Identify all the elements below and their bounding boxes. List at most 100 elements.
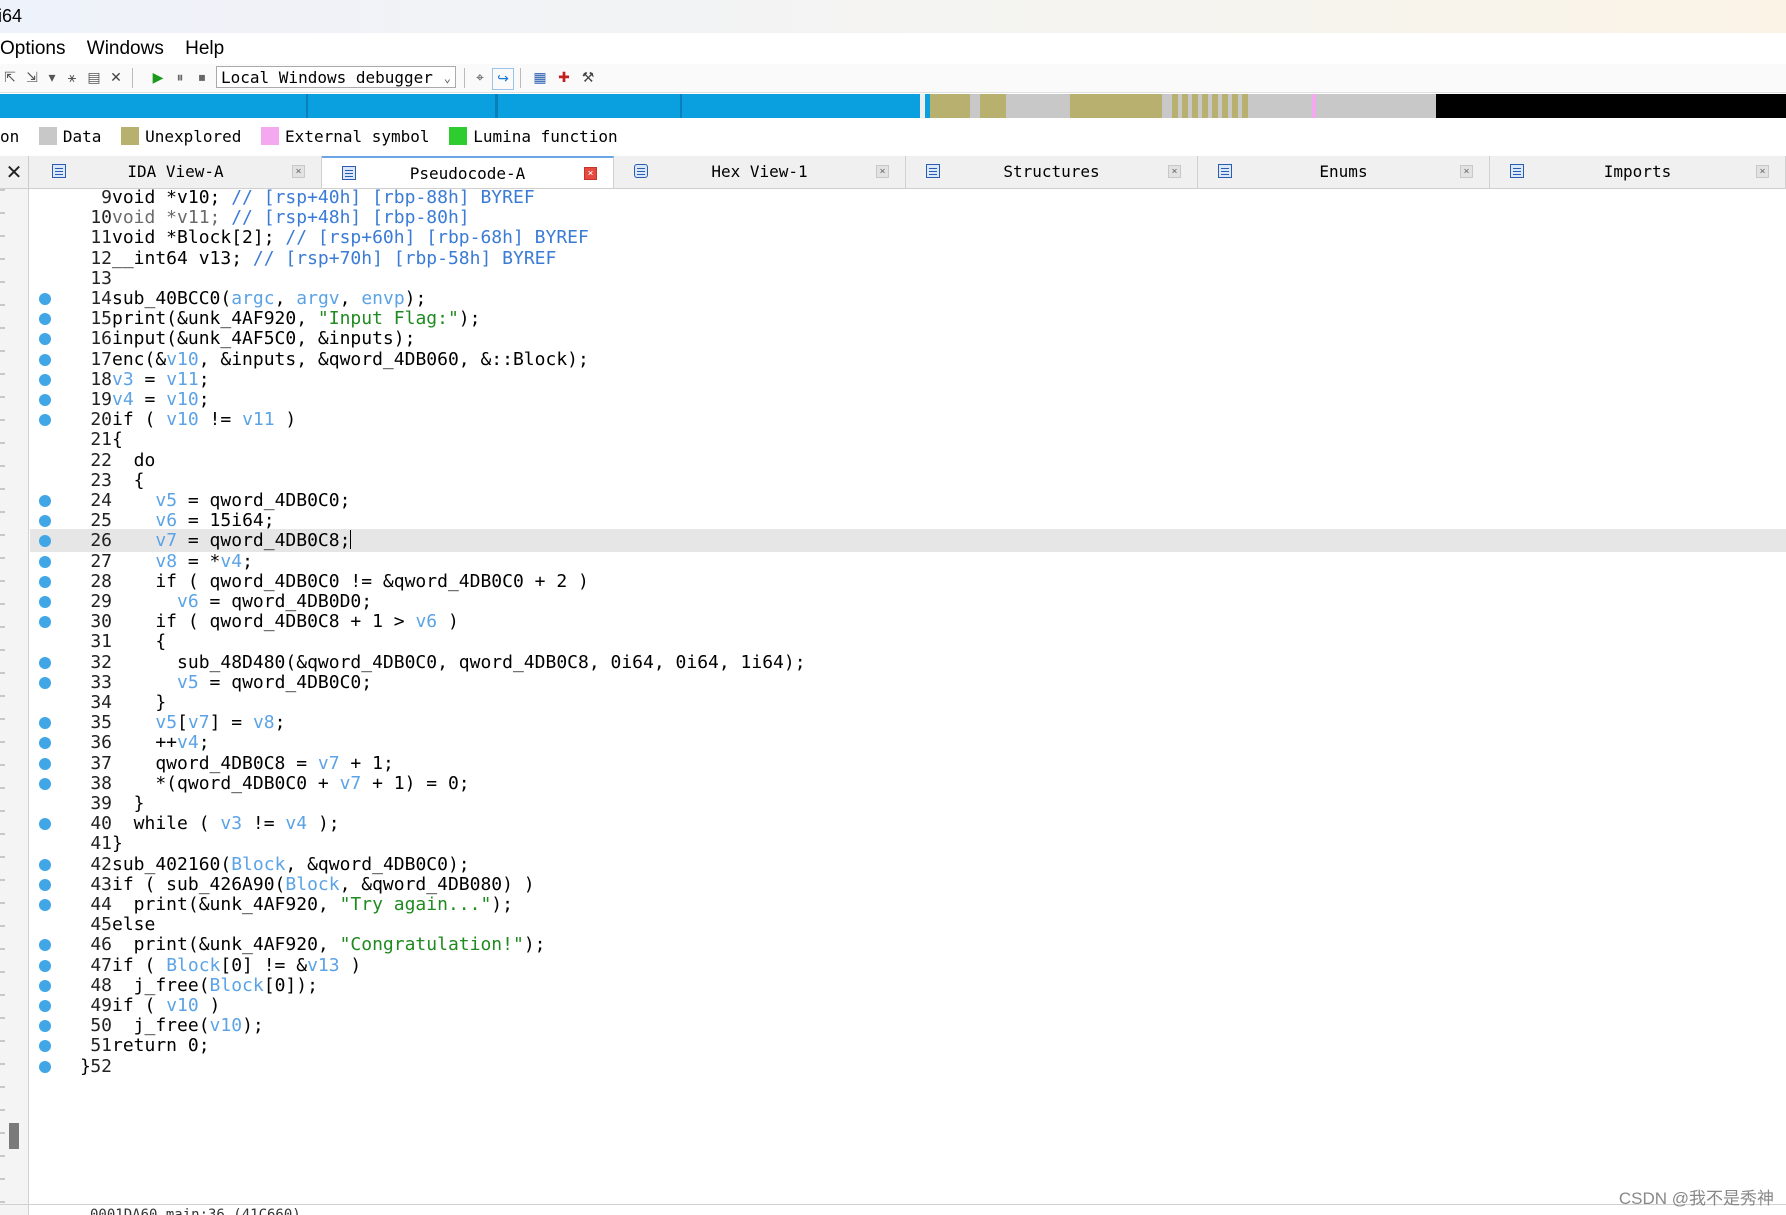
tool-icon[interactable]: ⚒ (578, 68, 598, 88)
nav-segment-data (1006, 94, 1070, 118)
watermark: CSDN @我不是秀神 (1618, 1189, 1774, 1208)
breakpoint-dot-icon[interactable] (39, 757, 51, 770)
window-title: i64 (0, 6, 23, 26)
breakpoint-dot-icon[interactable] (39, 1060, 51, 1073)
legend-swatch-data (38, 127, 57, 145)
menu-bar: Options Windows Help (0, 33, 1786, 64)
plugin-icon[interactable]: ⇱ (0, 68, 20, 88)
breakpoint-dot-icon[interactable] (39, 1000, 51, 1012)
breakpoint-dot-icon[interactable] (39, 575, 51, 588)
play-icon[interactable]: ▶ (148, 68, 168, 88)
nav-segment-unexplored (930, 94, 970, 118)
toolbar-separator (520, 68, 521, 88)
tab-close-icon[interactable]: × (1168, 165, 1181, 178)
breakpoint-dot-icon[interactable] (39, 515, 51, 528)
nav-segment (495, 94, 498, 118)
structure-icon[interactable]: ✚ (554, 68, 574, 88)
nav-segment (306, 94, 308, 118)
legend-label-data: Data (62, 127, 102, 146)
legend-swatch-external (261, 127, 280, 145)
breakpoint-dot-icon[interactable] (39, 313, 51, 326)
menu-windows[interactable]: Windows (79, 33, 172, 64)
tab-pseudocode-a[interactable]: Pseudocode-A × (322, 156, 614, 188)
debugger-select[interactable]: Local Windows debugger ⌄ (216, 66, 456, 88)
legend-label: on (0, 127, 20, 146)
tab-close-icon[interactable]: × (1460, 165, 1473, 178)
breakpoint-dot-icon[interactable] (39, 676, 51, 689)
status-bar: 0001DA60 main:36 (41C660) (90, 1207, 301, 1215)
tab-label: Imports (1603, 162, 1672, 181)
step-icon[interactable]: ↪ (492, 68, 514, 90)
chevron-down-icon: ⌄ (443, 71, 451, 85)
breakpoint-dot-icon[interactable] (39, 878, 51, 891)
dropdown-icon[interactable]: ▾ (42, 68, 62, 88)
breakpoint-dot-icon[interactable] (39, 858, 51, 871)
tab-close-icon[interactable]: × (1756, 165, 1769, 178)
code-line[interactable]: 52} (30, 1055, 1786, 1078)
menu-help[interactable]: Help (177, 33, 232, 64)
breakpoint-dot-icon[interactable] (39, 959, 51, 972)
stop-icon[interactable]: ⏹ (192, 68, 212, 88)
scrollbar-thumb[interactable] (9, 1123, 19, 1149)
navigation-band[interactable] (0, 94, 1786, 118)
open-icon[interactable]: ▤ (84, 68, 104, 88)
toolbar-separator (132, 68, 133, 88)
debugger-select-value: Local Windows debugger (221, 68, 433, 87)
tab-close-icon[interactable]: × (292, 165, 305, 178)
toolbar-separator (464, 68, 465, 88)
title-bar: i64 (0, 0, 1786, 33)
legend-swatch-lumina (449, 127, 468, 145)
nav-segment-end (1436, 94, 1786, 118)
breakpoint-dot-icon[interactable] (39, 394, 51, 406)
breakpoint-dot-icon[interactable] (39, 353, 51, 366)
breakpoint-dot-icon[interactable] (39, 333, 51, 346)
breakpoint-dot-icon[interactable] (39, 616, 51, 629)
breakpoint-dot-icon[interactable] (39, 596, 51, 608)
breakpoint-dot-icon[interactable] (39, 1020, 51, 1033)
breakpoint-dot-icon[interactable] (39, 656, 51, 669)
legend-label-lumina: Lumina function (473, 127, 618, 146)
legend-swatch-unexplored (121, 127, 140, 145)
tab-label: Hex View-1 (711, 162, 808, 181)
breakpoint-dot-icon[interactable] (39, 373, 51, 386)
nav-segment-data (1162, 94, 1172, 118)
nav-segment-data (1252, 94, 1312, 118)
plugin-icon-3[interactable]: ⚹ (62, 68, 82, 88)
breakpoint-dot-icon[interactable] (39, 1040, 51, 1053)
tab-hex-view-1[interactable]: Hex View-1 × (614, 156, 906, 188)
legend-label-external: External symbol (285, 127, 430, 146)
tab-ida-view-a[interactable]: IDA View-A × (30, 156, 322, 188)
graph-icon[interactable]: ▦ (530, 68, 550, 88)
tab-close-icon[interactable]: × (876, 165, 889, 178)
tab-structures[interactable]: Structures × (906, 156, 1198, 188)
tab-imports[interactable]: Imports × (1490, 156, 1786, 188)
nav-segment (680, 94, 682, 118)
left-edge-marks (0, 189, 5, 1215)
nav-segment-mixed (1172, 94, 1252, 118)
close-panel-icon[interactable]: ✕ (0, 156, 29, 188)
legend: on Data Unexplored External symbol Lumin… (0, 124, 1786, 150)
breakpoint-dot-icon[interactable] (39, 555, 51, 568)
breakpoint-dot-icon[interactable] (39, 737, 51, 750)
breakpoint-dot-icon[interactable] (39, 293, 51, 305)
close-icon[interactable]: ✕ (106, 68, 126, 88)
plugin-icon-2[interactable]: ⇲ (22, 68, 42, 88)
tab-enums[interactable]: Enums × (1198, 156, 1490, 188)
breakpoint-dot-icon[interactable] (39, 979, 51, 992)
breakpoint-dot-icon[interactable] (39, 535, 51, 548)
breakpoint-dot-icon[interactable] (39, 777, 51, 790)
breakpoint-icon[interactable]: ⌖ (470, 68, 490, 88)
menu-options[interactable]: Options (0, 33, 73, 64)
pause-icon[interactable]: ⏸ (170, 68, 190, 88)
breakpoint-dot-icon[interactable] (39, 495, 51, 507)
nav-segment-unexplored (980, 94, 1006, 118)
breakpoint-dot-icon[interactable] (39, 939, 51, 952)
tab-close-icon[interactable]: × (584, 167, 597, 180)
legend-label-unexplored: Unexplored (145, 127, 242, 146)
breakpoint-dot-icon[interactable] (39, 818, 51, 831)
breakpoint-dot-icon[interactable] (39, 717, 51, 730)
breakpoint-dot-icon[interactable] (39, 899, 51, 911)
tab-label: IDA View-A (127, 162, 224, 181)
nav-segment-unexplored (1070, 94, 1162, 118)
breakpoint-dot-icon[interactable] (39, 414, 51, 427)
